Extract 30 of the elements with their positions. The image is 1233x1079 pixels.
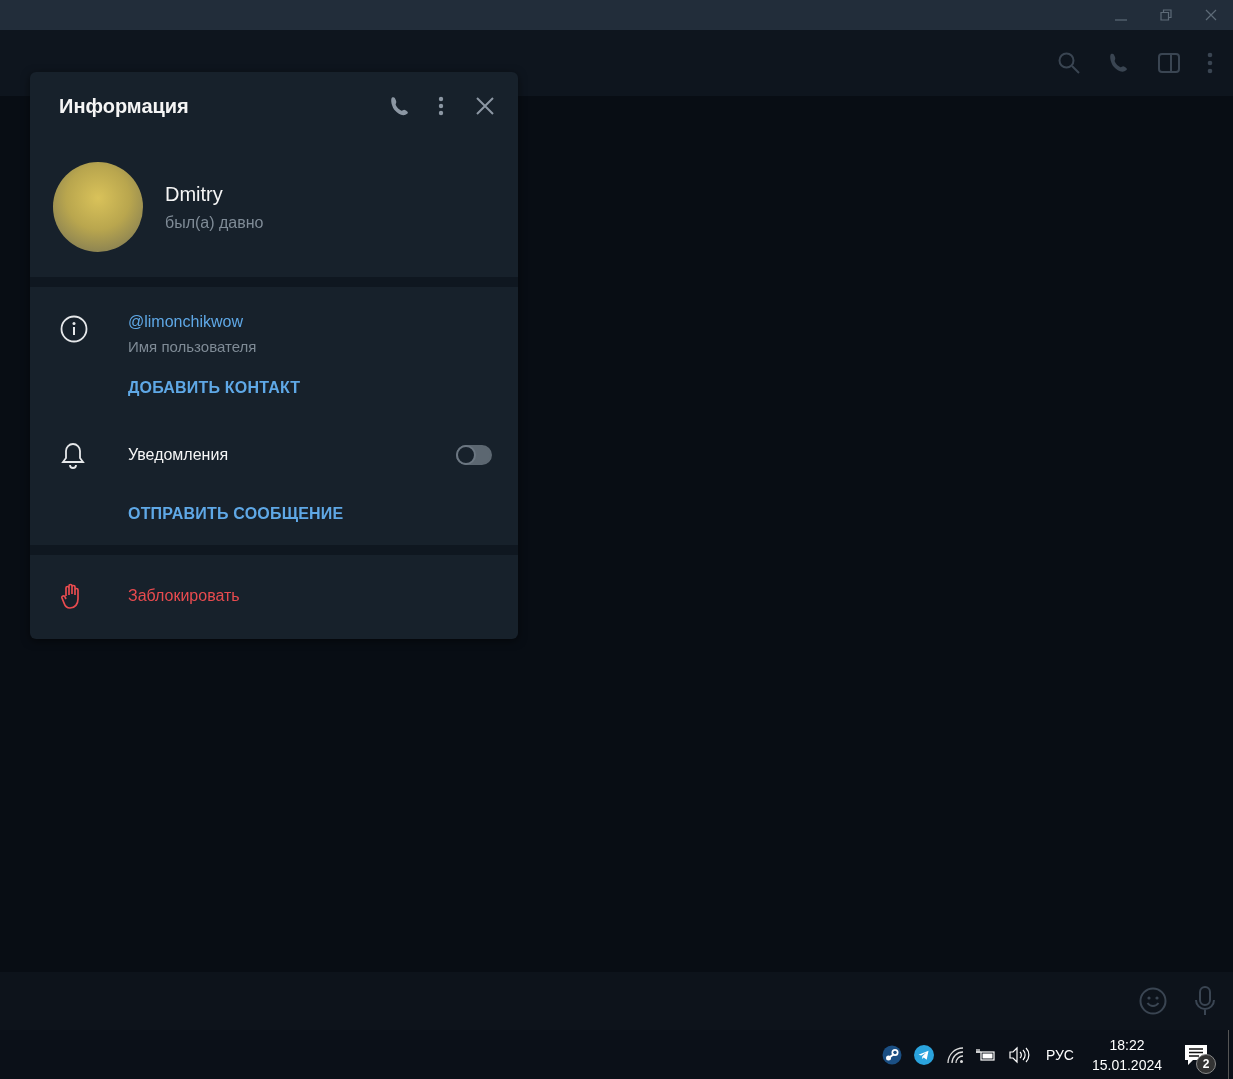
- input-language[interactable]: РУС: [1045, 1046, 1074, 1063]
- emoji-icon[interactable]: [1139, 987, 1167, 1015]
- wifi-icon[interactable]: [945, 1045, 964, 1064]
- username-label: Имя пользователя: [128, 338, 258, 355]
- add-contact-link[interactable]: ДОБАВИТЬ КОНТАКТ: [128, 379, 301, 396]
- notification-count: 2: [1196, 1053, 1216, 1074]
- minimize-icon: [1114, 19, 1127, 21]
- battery-icon[interactable]: [975, 1046, 996, 1063]
- telegram-icon[interactable]: [913, 1044, 934, 1065]
- close-icon: [1204, 9, 1217, 21]
- contact-name: Dmitry: [165, 182, 224, 206]
- notifications-toggle[interactable]: [456, 445, 492, 465]
- panel-title: Информация: [59, 94, 190, 118]
- last-seen-status: был(а) давно: [165, 213, 265, 232]
- send-message-link[interactable]: ОТПРАВИТЬ СООБЩЕНИЕ: [128, 505, 344, 523]
- microphone-icon[interactable]: [1195, 986, 1215, 1016]
- info-icon: [60, 315, 88, 343]
- notifications-label: Уведомления: [128, 446, 230, 464]
- speaker-icon[interactable]: [1007, 1045, 1030, 1064]
- block-user-link[interactable]: Заблокировать: [128, 587, 240, 605]
- taskbar-clock[interactable]: 18:22 15.01.2024: [1091, 1036, 1162, 1073]
- restore-icon: [1159, 9, 1172, 21]
- search-icon[interactable]: [1057, 51, 1081, 75]
- username-link[interactable]: @limonchikwow: [128, 313, 492, 331]
- close-icon[interactable]: [476, 97, 494, 115]
- more-options-icon[interactable]: [438, 96, 444, 116]
- bell-icon: [60, 441, 86, 469]
- phone-icon[interactable]: [388, 95, 410, 117]
- sidebar-toggle-icon[interactable]: [1157, 51, 1181, 75]
- steam-icon[interactable]: [881, 1044, 902, 1065]
